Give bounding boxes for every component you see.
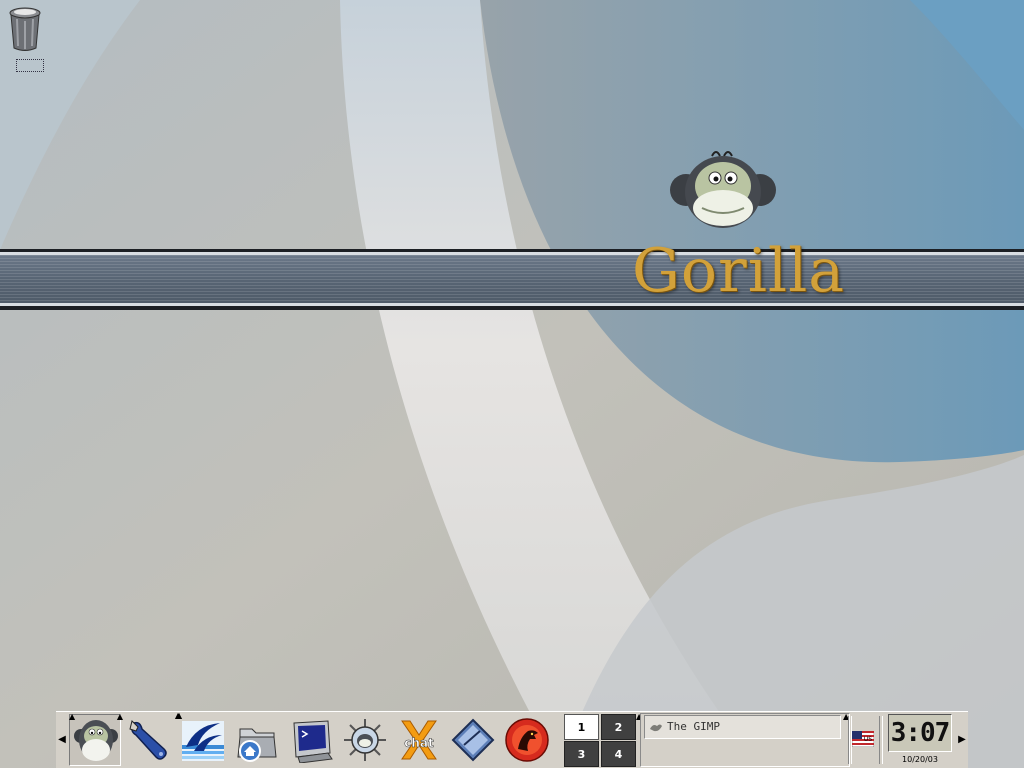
keyboard-layout-text: US	[864, 736, 872, 743]
trash-desktop-icon[interactable]	[6, 4, 46, 72]
panel-scroll-left-button[interactable]: ◀	[56, 712, 68, 768]
home-folder-launcher[interactable]	[231, 714, 283, 766]
us-flag-icon[interactable]: US	[852, 731, 874, 747]
task-label: The GIMP	[667, 720, 720, 733]
terminal-launcher[interactable]	[285, 714, 337, 766]
editor-launcher[interactable]	[447, 714, 499, 766]
xchat-launcher[interactable]: chat	[393, 714, 445, 766]
workspace-pager: 1 2 3 4	[563, 712, 637, 768]
globe-icon	[344, 719, 386, 761]
trash-label	[16, 59, 44, 72]
panel-scroll-right-button[interactable]: ▶	[956, 712, 968, 768]
workspace-1-button[interactable]: 1	[564, 714, 599, 740]
task-list: The GIMP	[640, 713, 850, 767]
trash-can-icon	[9, 7, 41, 51]
gorilla-menu-button[interactable]: ▲ ▲	[69, 713, 123, 766]
gorilla-logo-icon	[670, 151, 776, 228]
terminal-icon	[293, 720, 333, 763]
clock-time: 3:07	[888, 714, 952, 752]
mozilla-icon	[505, 718, 549, 762]
diamond-icon	[451, 718, 495, 762]
panel-separator	[879, 716, 883, 764]
mozilla-launcher[interactable]	[501, 714, 553, 766]
clock-applet[interactable]: 3:07 10/20/03	[886, 712, 956, 768]
xchat-icon: chat	[401, 720, 437, 760]
clock-date: 10/20/03	[902, 755, 938, 764]
workspace-4-button[interactable]: 4	[601, 741, 636, 767]
xchat-text: chat	[404, 736, 434, 750]
home-folder-icon	[237, 728, 277, 762]
bottom-panel: ◀ ▲ ▲ ▲ ▲ chat 1 2 3 4 The GIMP ▲ US 3:0…	[56, 711, 968, 768]
openoffice-launcher[interactable]: ▲	[176, 712, 229, 766]
desktop-wallpaper	[0, 0, 1024, 768]
gimp-icon	[650, 724, 662, 732]
web-browser-launcher[interactable]	[339, 714, 391, 766]
workspace-2-button[interactable]: 2	[601, 714, 636, 740]
settings-launcher[interactable]: ▲	[123, 712, 181, 766]
workspace-3-button[interactable]: 3	[564, 741, 599, 767]
task-button-gimp[interactable]: The GIMP	[644, 715, 841, 739]
wrench-icon	[129, 720, 167, 760]
gorilla-logo-text: Gorilla	[632, 236, 846, 306]
gorilla-icon	[74, 720, 118, 761]
seagull-icon	[182, 721, 224, 761]
